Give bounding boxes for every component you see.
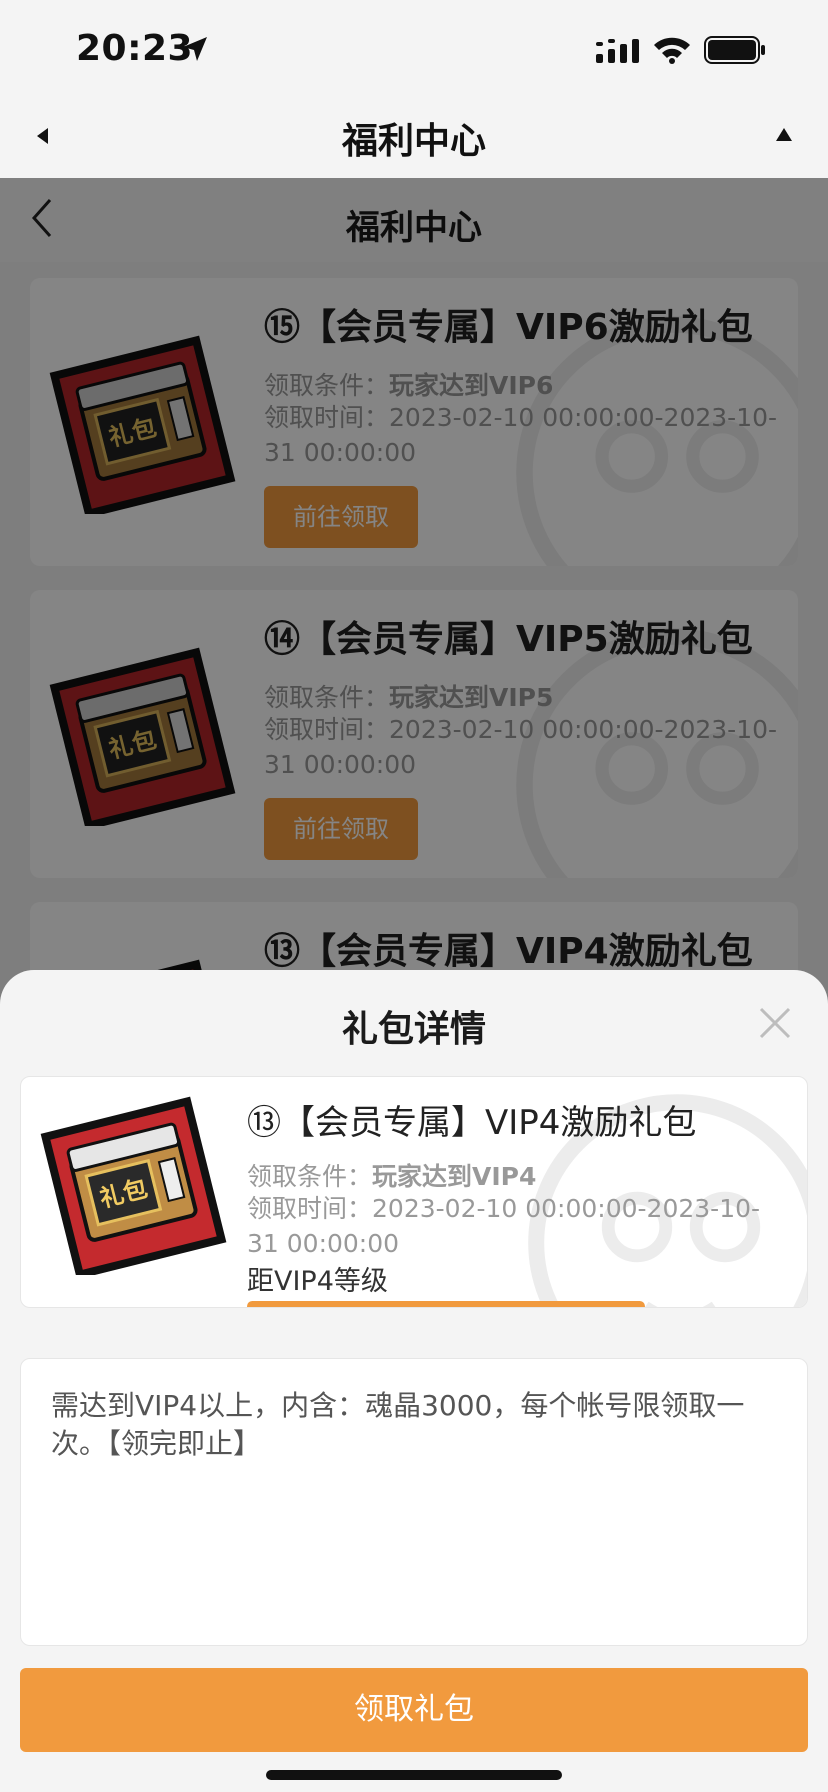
- sheet-title: 礼包详情: [341, 1009, 486, 1050]
- gift-detail-sheet: 礼包详情 礼包 ⑬【会员专属】VIP4激励礼包 领取条件：玩家达到VIP4 领取…: [0, 970, 828, 1792]
- gift-description-box: 需达到VIP4以上，内含：魂晶3000，每个帐号限领取一次。【领完即止】: [20, 1358, 808, 1646]
- wifi-icon: [654, 37, 690, 64]
- close-icon[interactable]: [758, 1006, 792, 1040]
- location-arrow-icon: [183, 37, 207, 61]
- level-progress-fill: [247, 1301, 645, 1307]
- home-indicator[interactable]: [266, 1770, 562, 1780]
- status-time: 20:23: [76, 28, 194, 69]
- battery-icon: [704, 36, 765, 64]
- detail-time: 领取时间：2023-02-10 00:00:00-2023-10-31 00:0…: [247, 1194, 761, 1258]
- detail-condition: 领取条件：玩家达到VIP4: [247, 1162, 537, 1191]
- outer-nav-title: 福利中心: [341, 121, 486, 162]
- level-progress-bar: [247, 1301, 645, 1307]
- gift-description: 需达到VIP4以上，内含：魂晶3000，每个帐号限领取一次。【领完即止】: [51, 1389, 745, 1460]
- status-bar: 20:23: [0, 0, 828, 100]
- gift-box-icon: 礼包: [40, 1096, 227, 1275]
- cellular-signal-icon: [596, 39, 639, 63]
- level-distance-label: 距VIP4等级: [247, 1266, 388, 1297]
- gift-detail-card: 礼包 ⑬【会员专属】VIP4激励礼包 领取条件：玩家达到VIP4 领取时间：20…: [20, 1076, 808, 1308]
- detail-title: ⑬【会员专属】VIP4激励礼包: [247, 1103, 697, 1143]
- claim-gift-button[interactable]: 领取礼包: [20, 1668, 808, 1752]
- outer-nav-bar: 福利中心: [0, 100, 828, 178]
- menu-triangle-icon[interactable]: [774, 126, 794, 144]
